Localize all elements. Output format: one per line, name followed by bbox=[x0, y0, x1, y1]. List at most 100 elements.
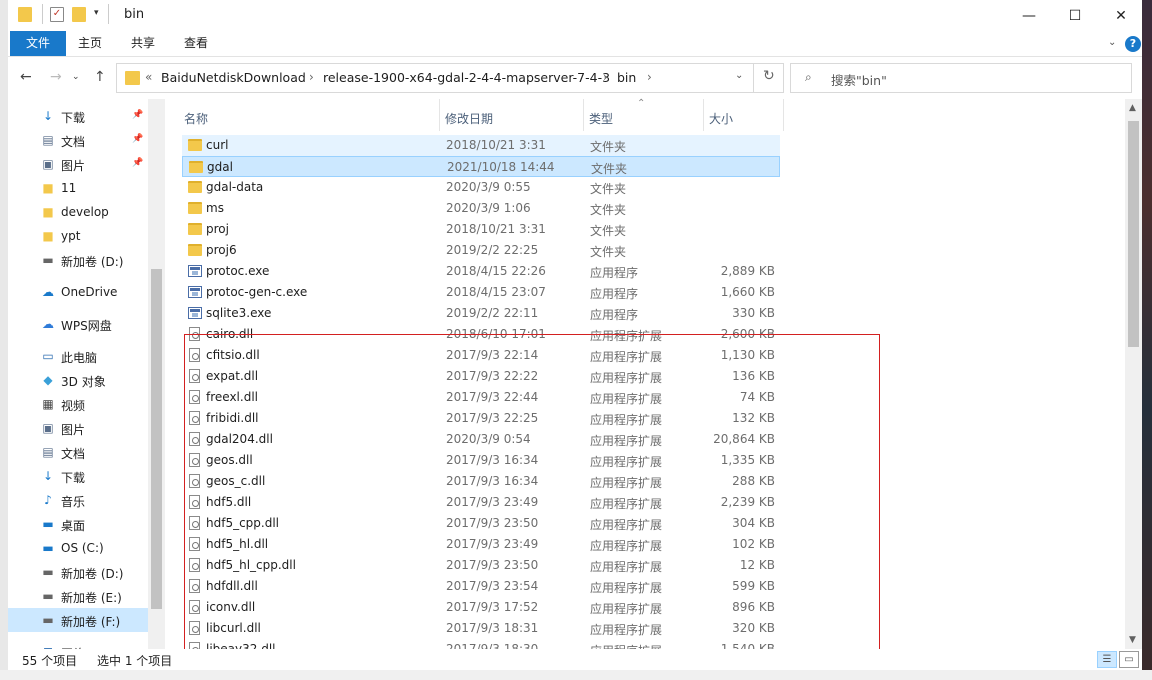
sidebar-item[interactable]: ☁ WPS网盘 bbox=[8, 312, 148, 336]
forward-arrow-icon[interactable]: → bbox=[50, 69, 62, 85]
file-date: 2018/4/15 22:26 bbox=[446, 264, 546, 278]
background-desktop-right bbox=[1142, 0, 1152, 680]
column-header-name[interactable]: 名称 bbox=[179, 99, 440, 131]
sidebar-item[interactable]: ▭ 此电脑 bbox=[8, 344, 148, 368]
sidebar-item[interactable]: ▦ 视频 bbox=[8, 392, 148, 416]
properties-icon[interactable]: ✓ bbox=[50, 7, 64, 22]
sidebar-item[interactable]: ▤ 文档 📌 bbox=[8, 128, 148, 152]
sidebar-item[interactable]: ☁ OneDrive bbox=[8, 280, 148, 304]
breadcrumb-overflow[interactable]: « bbox=[145, 70, 152, 84]
sidebar-item-label: 新加卷 (F:) bbox=[61, 615, 121, 629]
column-header-size[interactable]: 大小 bbox=[704, 99, 784, 131]
file-date: 2020/3/9 0:55 bbox=[446, 180, 531, 194]
sidebar-item-label: 视频 bbox=[61, 399, 86, 413]
sidebar-item-label: OS (C:) bbox=[61, 541, 104, 555]
address-row: ← → ⌄ ↑ « BaiduNetdiskDownload › release… bbox=[8, 57, 1142, 99]
search-box[interactable]: ⌕ 搜索"bin" bbox=[790, 63, 1132, 93]
sidebar-item-label: 文档 bbox=[61, 135, 86, 149]
file-size: 1,660 KB bbox=[720, 285, 775, 299]
sidebar-item[interactable]: ▬ 新加卷 (D:) bbox=[8, 560, 148, 584]
file-name: curl bbox=[206, 138, 229, 152]
background-desktop-left bbox=[0, 0, 8, 680]
file-name: protoc-gen-c.exe bbox=[206, 285, 308, 299]
back-arrow-icon[interactable]: ← bbox=[20, 69, 32, 85]
sidebar-item-label: 下载 bbox=[61, 471, 86, 485]
sidebar-item-label: OneDrive bbox=[61, 285, 118, 299]
sidebar-item[interactable]: ↓ 下载 bbox=[8, 464, 148, 488]
sidebar-item-label: 11 bbox=[61, 181, 77, 195]
sidebar-item[interactable]: ↓ 下载 📌 bbox=[8, 104, 148, 128]
sidebar-item[interactable]: ◆ 3D 对象 bbox=[8, 368, 148, 392]
address-dropdown-chevron-icon[interactable]: ⌄ bbox=[735, 70, 743, 81]
maximize-button[interactable]: ☐ bbox=[1052, 0, 1098, 31]
download-arrow-icon: ↓ bbox=[42, 109, 54, 123]
tab-share[interactable]: 共享 bbox=[125, 31, 161, 56]
scroll-up-icon[interactable]: ▲ bbox=[1129, 103, 1136, 113]
breadcrumb-release[interactable]: release-1900-x64-gdal-2-4-4-mapserver-7-… bbox=[323, 70, 610, 85]
table-row[interactable]: gdal-data 2020/3/9 0:55 文件夹 bbox=[182, 177, 780, 198]
search-icon: ⌕ bbox=[805, 70, 812, 84]
scrollbar-thumb[interactable] bbox=[1128, 121, 1139, 347]
details-view-icon[interactable]: ☰ bbox=[1097, 651, 1117, 668]
sidebar-item[interactable]: ■ develop bbox=[8, 200, 148, 224]
sidebar-item[interactable]: ▬ 新加卷 (D:) bbox=[8, 248, 148, 272]
sidebar-item-label: WPS网盘 bbox=[61, 319, 112, 333]
file-type: 应用程序 bbox=[590, 266, 639, 280]
file-name: gdal bbox=[207, 160, 233, 174]
file-type: 文件夹 bbox=[590, 140, 627, 154]
tab-home[interactable]: 主页 bbox=[72, 31, 108, 56]
breadcrumb-separator-icon[interactable]: › bbox=[309, 70, 314, 84]
search-placeholder: 搜索"bin" bbox=[831, 73, 887, 88]
new-folder-icon[interactable] bbox=[72, 7, 86, 22]
recent-locations-chevron-icon[interactable]: ⌄ bbox=[72, 72, 80, 82]
table-row[interactable]: sqlite3.exe 2019/2/2 22:11 应用程序 330 KB bbox=[182, 303, 780, 324]
breadcrumb-separator-icon[interactable]: › bbox=[647, 70, 652, 84]
breadcrumb-separator-icon[interactable]: › bbox=[603, 70, 608, 84]
column-header-date[interactable]: 修改日期 bbox=[440, 99, 584, 131]
help-icon[interactable]: ? bbox=[1125, 36, 1141, 52]
tab-file[interactable]: 文件 bbox=[10, 31, 66, 56]
up-arrow-icon[interactable]: ↑ bbox=[94, 69, 106, 85]
file-date: 2019/2/2 22:11 bbox=[446, 306, 539, 320]
pin-icon: 📌 bbox=[132, 158, 144, 168]
customize-toolbar-chevron-icon[interactable]: ▾ bbox=[94, 8, 99, 18]
refresh-icon[interactable]: ↻ bbox=[763, 68, 775, 84]
column-label: 名称 bbox=[184, 112, 209, 126]
tab-view[interactable]: 查看 bbox=[178, 31, 214, 56]
sidebar-item[interactable]: ▬ OS (C:) bbox=[8, 536, 148, 560]
sidebar-item[interactable]: ▬ 新加卷 (F:) bbox=[8, 608, 148, 632]
large-icons-view-icon[interactable]: ▭ bbox=[1119, 651, 1139, 668]
address-bar[interactable]: « BaiduNetdiskDownload › release-1900-x6… bbox=[116, 63, 784, 93]
file-name: protoc.exe bbox=[206, 264, 270, 278]
sidebar-item[interactable]: ▣ 图片 📌 bbox=[8, 152, 148, 176]
table-row[interactable]: curl 2018/10/21 3:31 文件夹 bbox=[182, 135, 780, 156]
navigation-pane: ↓ 下载 📌 ▤ 文档 📌 ▣ 图片 📌 ■ 11 ■ develop ■ ypt ▬ 新加卷 (D:) ☁ One… bbox=[8, 99, 165, 661]
table-row[interactable]: proj6 2019/2/2 22:25 文件夹 bbox=[182, 240, 780, 261]
table-row[interactable]: gdal 2021/10/18 14:44 文件夹 bbox=[182, 156, 780, 177]
music-icon: ♪ bbox=[44, 493, 52, 507]
close-button[interactable]: ✕ bbox=[1098, 0, 1144, 31]
sidebar-item[interactable]: ▤ 文档 bbox=[8, 440, 148, 464]
breadcrumb-baidunetdiskdownload[interactable]: BaiduNetdiskDownload bbox=[161, 70, 306, 85]
folder-icon bbox=[189, 161, 203, 173]
table-row[interactable]: ms 2020/3/9 1:06 文件夹 bbox=[182, 198, 780, 219]
folder-icon bbox=[188, 139, 202, 151]
sidebar-item[interactable]: ♪ 音乐 bbox=[8, 488, 148, 512]
table-row[interactable]: proj 2018/10/21 3:31 文件夹 bbox=[182, 219, 780, 240]
expand-ribbon-chevron-icon[interactable]: ⌄ bbox=[1108, 37, 1116, 48]
sidebar-item[interactable]: ■ 11 bbox=[8, 176, 148, 200]
breadcrumb-bin[interactable]: bin bbox=[617, 70, 636, 85]
video-icon: ▦ bbox=[42, 397, 54, 411]
nav-scrollbar-thumb[interactable] bbox=[151, 269, 162, 609]
file-list-scrollbar[interactable]: ▲ ▼ bbox=[1125, 99, 1142, 649]
table-row[interactable]: protoc.exe 2018/4/15 22:26 应用程序 2,889 KB bbox=[182, 261, 780, 282]
sidebar-item[interactable]: ▬ 桌面 bbox=[8, 512, 148, 536]
sidebar-item[interactable]: ■ ypt bbox=[8, 224, 148, 248]
sidebar-item-label: develop bbox=[61, 205, 109, 219]
minimize-button[interactable]: — bbox=[1006, 0, 1052, 31]
sidebar-item[interactable]: ▬ 新加卷 (E:) bbox=[8, 584, 148, 608]
document-icon: ▤ bbox=[42, 133, 54, 147]
scroll-down-icon[interactable]: ▼ bbox=[1129, 635, 1136, 645]
sidebar-item[interactable]: ▣ 图片 bbox=[8, 416, 148, 440]
table-row[interactable]: protoc-gen-c.exe 2018/4/15 23:07 应用程序 1,660… bbox=[182, 282, 780, 303]
